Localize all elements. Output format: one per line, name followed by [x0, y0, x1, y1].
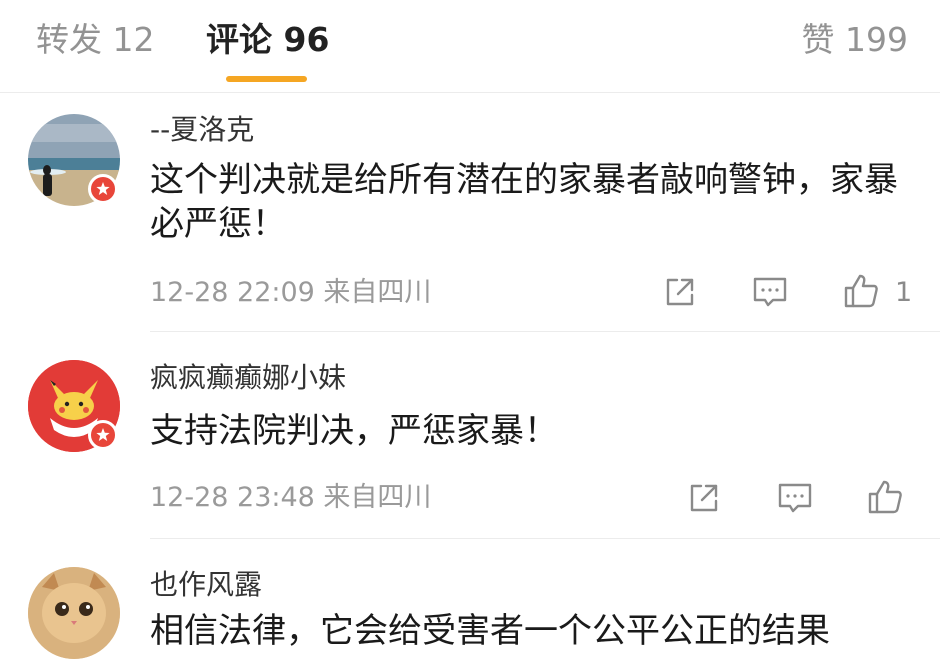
- tab-comments[interactable]: 评论 96: [206, 18, 329, 62]
- comment-tabs: 转发 12 评论 96 赞 199: [0, 0, 940, 93]
- comment-icon[interactable]: [776, 480, 814, 520]
- like-count: 1: [895, 277, 913, 308]
- comment-text: 支持法院判决，严惩家暴！: [150, 411, 558, 451]
- thumbs-up-icon[interactable]: [866, 478, 904, 520]
- share-icon[interactable]: [662, 274, 698, 314]
- comment-text: 这个判决就是给所有潜在的家暴者敲响警钟，家暴必严惩！: [150, 160, 898, 244]
- tab-likes[interactable]: 赞 199: [802, 18, 908, 62]
- comment-username[interactable]: 疯疯癫癫娜小妹: [150, 360, 346, 396]
- comment-text: 相信法律，它会给受害者一个公平公正的结果: [150, 611, 830, 651]
- comment-meta: 12-28 22:09 来自四川: [150, 277, 432, 308]
- verified-badge-icon: [88, 174, 118, 204]
- avatar-cat-image: [28, 567, 120, 659]
- avatar[interactable]: [28, 567, 120, 659]
- verified-badge-icon: [88, 420, 118, 450]
- active-tab-indicator: [226, 76, 307, 82]
- thumbs-up-icon[interactable]: [842, 272, 880, 314]
- comment-icon[interactable]: [751, 274, 789, 314]
- comment-item: 疯疯癫癫娜小妹 支持法院判决，严惩家暴！ 12-28 23:48 来自四川: [0, 332, 940, 539]
- tab-reposts[interactable]: 转发 12: [36, 18, 154, 62]
- comment-item: 也作风露 相信法律，它会给受害者一个公平公正的结果: [0, 539, 940, 659]
- comment-item: --夏洛克 这个判决就是给所有潜在的家暴者敲响警钟，家暴必严惩！ 12-28 2…: [0, 92, 940, 332]
- comment-username[interactable]: --夏洛克: [150, 112, 254, 148]
- comment-username[interactable]: 也作风露: [150, 567, 262, 603]
- share-icon[interactable]: [686, 480, 722, 520]
- comment-meta: 12-28 23:48 来自四川: [150, 482, 432, 513]
